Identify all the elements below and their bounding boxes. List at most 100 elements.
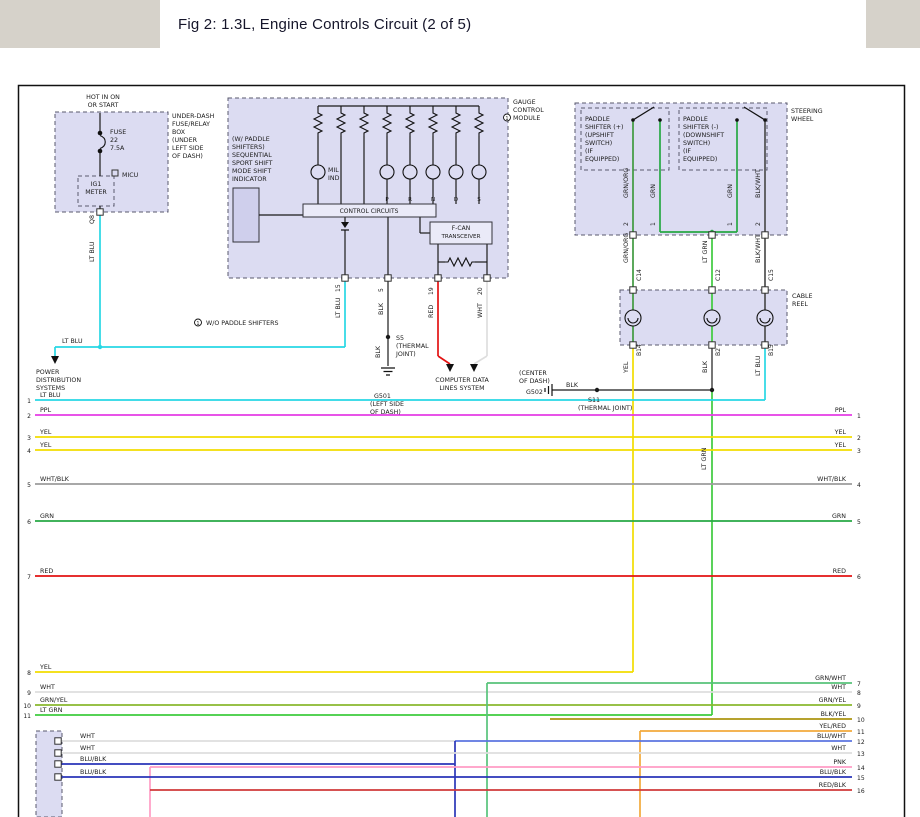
diagram-label: LT BLU: [755, 355, 762, 376]
diagram-label: 7.5A: [110, 145, 125, 152]
diagram-label: GRN: [727, 184, 734, 198]
diagram-label: EQUIPPED): [683, 156, 717, 163]
diagram-label: WHT: [80, 745, 95, 752]
diagram-label: WHT: [477, 303, 484, 318]
diagram-label: BLU/WHT: [817, 733, 846, 740]
diagram-label: YEL: [39, 429, 52, 436]
diagram-label: 1: [650, 222, 657, 226]
diagram-label: (CENTER: [519, 370, 547, 377]
diagram-label: BLU/BLK: [80, 769, 107, 776]
diagram-label: OF DASH): [519, 378, 550, 385]
diagram-label: LT GRN: [702, 240, 709, 263]
diagram-label: GRN/ORG: [623, 233, 630, 263]
diagram-label: S5: [396, 335, 404, 342]
diagram-label: WHEEL: [791, 116, 814, 123]
diagram-label: LT GRN: [40, 707, 63, 714]
diagram-label: GAUGE: [513, 99, 536, 106]
diagram-label: 5: [857, 519, 861, 526]
diagram-label: METER: [85, 189, 107, 196]
diagram-label: GRN/ORG: [623, 168, 630, 198]
diagram-label: PPL: [835, 407, 847, 414]
diagram-label: 2: [623, 222, 630, 226]
diagram-label: BLK/WHT: [755, 169, 762, 198]
diagram-label: SHIFTER (+): [585, 124, 624, 131]
power-distribution-arrow: [51, 356, 59, 364]
wiring-diagram: HOT IN ONOR STARTFUSE227.5AIG1METERMICUU…: [0, 0, 920, 817]
diagram-label: RED: [40, 568, 53, 575]
diagram-label: 10: [857, 717, 865, 724]
diagram-label: WHT/BLK: [817, 476, 847, 483]
fuse-terminal-bottom: [98, 149, 103, 154]
splice-dot: [386, 335, 390, 339]
diagram-label: BLK/WHT: [755, 234, 762, 263]
diagram-label: GRN: [650, 184, 657, 198]
diagram-label: 2: [755, 222, 762, 226]
diagram-label: 22: [110, 137, 118, 144]
diagram-label: 3: [857, 448, 861, 455]
diagram-label: CONTROL: [513, 107, 544, 114]
diagram-label: IND: [328, 175, 340, 182]
diagram-label: 5: [378, 288, 385, 292]
diagram-label: FUSE: [110, 129, 126, 136]
diagram-label: EQUIPPED): [585, 156, 619, 163]
switch-contact: [735, 118, 739, 122]
switch-contact: [631, 118, 635, 122]
diagram-label: 1: [505, 116, 508, 122]
diagram-label: 1: [727, 222, 734, 226]
data-line-arrow: [446, 364, 454, 372]
diagram-label: RED: [428, 305, 435, 318]
diagram-label: 19: [428, 287, 435, 295]
diagram-label: G502: [526, 389, 543, 396]
diagram-label: POWER: [36, 369, 60, 376]
diagram-label: TRANSCEIVER: [441, 234, 481, 240]
diagram-label: 9: [857, 703, 861, 710]
diagram-label: WHT: [831, 745, 846, 752]
diagram-label: 4: [27, 448, 31, 455]
diagram-label: (W/ PADDLE: [232, 136, 270, 143]
diagram-label: MODULE: [513, 115, 540, 122]
splice-dot: [710, 388, 714, 392]
diagram-label: BLU/BLK: [820, 769, 847, 776]
diagram-label: BLK: [702, 360, 709, 373]
data-line-arrow: [470, 364, 478, 372]
diagram-label: SPORT SHIFT: [232, 160, 273, 167]
diagram-label: 13: [857, 751, 865, 758]
diagram-label: SWITCH): [585, 140, 612, 147]
diagram-label: YEL/RED: [818, 723, 846, 730]
diagram-label: SHIFTERS): [232, 144, 265, 151]
diagram-label: 3: [27, 435, 31, 442]
diagram-label: BLK: [566, 382, 579, 389]
diagram-label: 14: [857, 765, 865, 772]
diagram-label: LEFT SIDE: [172, 145, 204, 152]
diagram-label: GRN: [832, 513, 846, 520]
diagram-label: SHIFTER (-): [683, 124, 719, 131]
diagram-label: LT BLU: [62, 338, 83, 345]
diagram-label: BOX: [172, 129, 186, 136]
diagram-label: C12: [715, 269, 722, 281]
diagram-label: 12: [857, 739, 865, 746]
diagram-label: 20: [477, 287, 484, 295]
switch-contact: [763, 118, 767, 122]
diagram-label: 8: [27, 670, 31, 677]
diagram-label: F-CAN: [452, 225, 470, 232]
diagram-label: LINES SYSTEM: [439, 385, 484, 392]
diagram-label: S11: [588, 397, 600, 404]
diagram-label: 4: [857, 482, 861, 489]
splice-dot: [595, 388, 599, 392]
diagram-label: R: [408, 197, 412, 203]
diagram-label: MICU: [122, 172, 139, 179]
diagram-label: OR START: [88, 102, 119, 109]
diagram-label: YEL: [834, 442, 847, 449]
diagram-label: CONTROL CIRCUITS: [340, 208, 399, 215]
diagram-label: GRN/WHT: [815, 675, 846, 682]
diagram-label: PPL: [40, 407, 52, 414]
diagram-label: BLU/BLK: [80, 756, 107, 763]
splice-dot: [98, 345, 102, 349]
diagram-label: (THERMAL JOINT): [578, 405, 632, 412]
diagram-label: LT BLU: [89, 241, 96, 262]
diagram-label: BLK/YEL: [821, 711, 847, 718]
diagram-label: W/O PADDLE SHIFTERS: [206, 320, 279, 327]
diagram-label: GRN: [40, 513, 54, 520]
diagram-label: GRN/YEL: [819, 697, 847, 704]
component-boxes: [19, 86, 905, 817]
